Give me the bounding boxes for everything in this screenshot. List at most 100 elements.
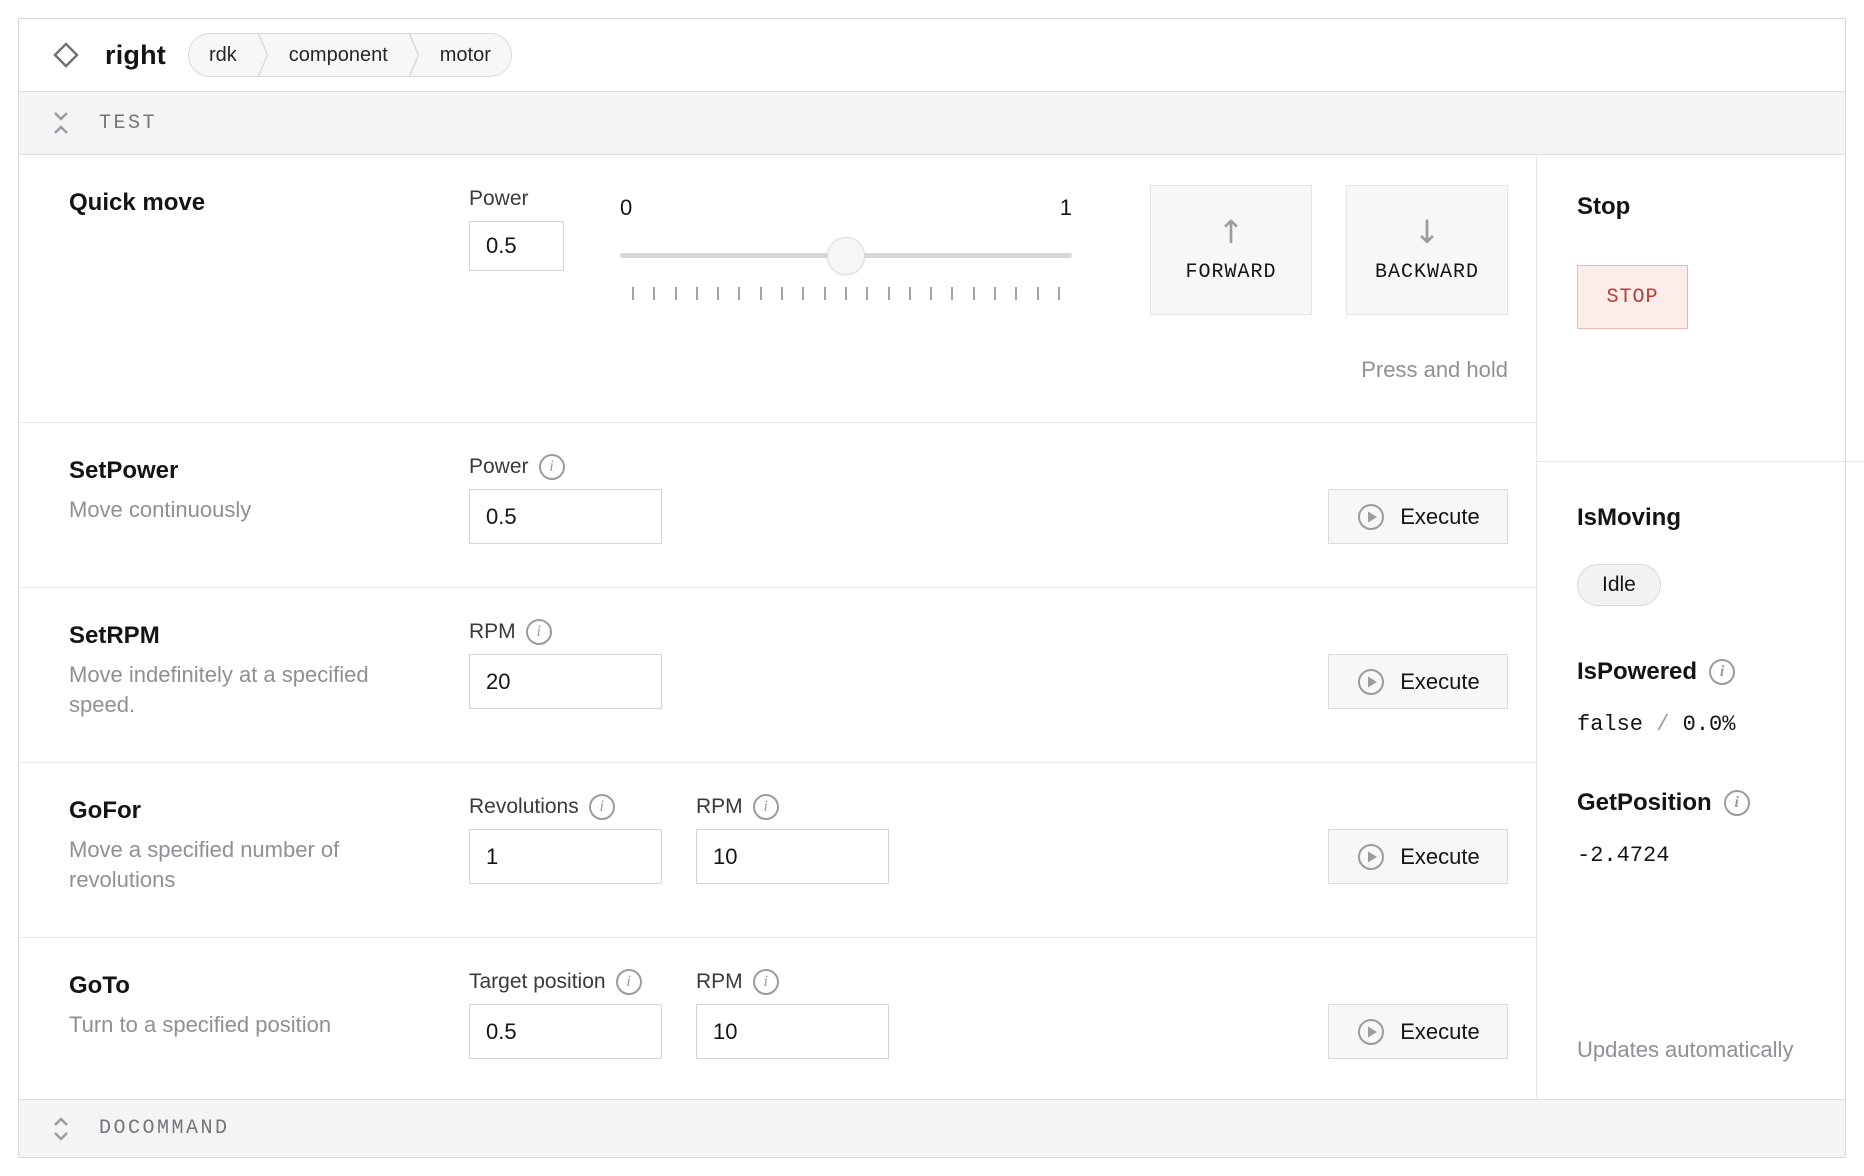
info-icon[interactable]: i xyxy=(539,454,565,480)
slider-tick xyxy=(994,287,996,300)
slider-tick xyxy=(951,287,953,300)
slider-tick xyxy=(866,287,868,300)
component-name: right xyxy=(105,40,166,71)
setpower-execute-button[interactable]: Execute xyxy=(1328,489,1508,544)
setpower-power-input[interactable] xyxy=(469,489,662,544)
slider-tick xyxy=(1037,287,1039,300)
status-sidebar: Stop STOP IsMoving Idle IsPowered i fals… xyxy=(1537,155,1864,1099)
power-label: Power xyxy=(469,185,564,213)
setrpm-execute-button[interactable]: Execute xyxy=(1328,654,1508,709)
slider-tick xyxy=(675,287,677,300)
ismoving-title: IsMoving xyxy=(1577,504,1864,532)
info-icon[interactable]: i xyxy=(589,794,615,820)
goto-title: GoTo xyxy=(69,972,469,1000)
setrpm-row: SetRPM Move indefinitely at a specified … xyxy=(19,587,1536,762)
slider-tick xyxy=(653,287,655,300)
slider-tick xyxy=(1058,287,1060,300)
slider-tick xyxy=(738,287,740,300)
test-section-header[interactable]: TEST xyxy=(19,91,1845,155)
quick-move-row: Quick move Power 0 1 xyxy=(19,155,1536,422)
ispowered-title: IsPowered xyxy=(1577,658,1697,686)
info-icon[interactable]: i xyxy=(1724,790,1750,816)
breadcrumb-motor: motor xyxy=(420,44,511,67)
slider-tick xyxy=(696,287,698,300)
goto-rpm-label: RPM xyxy=(696,970,743,994)
setrpm-description: Move indefinitely at a specified speed. xyxy=(69,660,399,720)
slider-tick xyxy=(824,287,826,300)
quick-move-power-input[interactable] xyxy=(469,221,564,271)
goto-description: Turn to a specified position xyxy=(69,1010,399,1040)
breadcrumb-component: component xyxy=(269,44,408,67)
breadcrumb-rdk: rdk xyxy=(189,44,257,67)
slider-min-label: 0 xyxy=(620,195,632,221)
getposition-title: GetPosition xyxy=(1577,789,1712,817)
component-diamond-icon xyxy=(49,38,83,72)
slider-ticks xyxy=(620,281,1072,300)
info-icon[interactable]: i xyxy=(526,619,552,645)
collapse-icon xyxy=(49,109,73,137)
press-and-hold-hint: Press and hold xyxy=(1150,357,1508,383)
play-icon xyxy=(1356,667,1386,697)
test-panel: Quick move Power 0 1 xyxy=(19,155,1537,1099)
backward-button-label: BACKWARD xyxy=(1375,261,1479,284)
gofor-revolutions-label: Revolutions xyxy=(469,795,579,819)
backward-button[interactable]: ↓ BACKWARD xyxy=(1346,185,1508,315)
info-icon[interactable]: i xyxy=(616,969,642,995)
updates-note: Updates automatically xyxy=(1577,1037,1864,1063)
gofor-execute-button[interactable]: Execute xyxy=(1328,829,1508,884)
play-icon xyxy=(1356,1017,1386,1047)
setpower-description: Move continuously xyxy=(69,495,399,525)
info-icon[interactable]: i xyxy=(1709,659,1735,685)
slider-tick xyxy=(802,287,804,300)
slider-max-label: 1 xyxy=(1060,195,1072,221)
setrpm-execute-label: Execute xyxy=(1400,669,1480,695)
forward-button-label: FORWARD xyxy=(1185,261,1276,284)
chevron-separator-icon xyxy=(257,33,269,77)
goto-target-position-input[interactable] xyxy=(469,1004,662,1059)
arrow-up-icon: ↑ xyxy=(1218,217,1245,247)
setpower-row: SetPower Move continuously Power i xyxy=(19,422,1536,587)
goto-execute-button[interactable]: Execute xyxy=(1328,1004,1508,1059)
info-icon[interactable]: i xyxy=(753,969,779,995)
slider-tick xyxy=(1015,287,1017,300)
quick-move-title: Quick move xyxy=(69,189,469,217)
test-section-label: TEST xyxy=(99,112,157,135)
gofor-row: GoFor Move a specified number of revolut… xyxy=(19,762,1536,937)
slider-track[interactable] xyxy=(620,221,1072,281)
goto-rpm-input[interactable] xyxy=(696,1004,889,1059)
setpower-execute-label: Execute xyxy=(1400,504,1480,530)
stop-button[interactable]: STOP xyxy=(1577,265,1688,329)
slider-tick xyxy=(909,287,911,300)
chevron-separator-icon xyxy=(408,33,420,77)
expand-icon xyxy=(49,1115,73,1143)
forward-button[interactable]: ↑ FORWARD xyxy=(1150,185,1312,315)
setrpm-rpm-label: RPM xyxy=(469,620,516,644)
stop-title: Stop xyxy=(1577,193,1864,221)
play-icon xyxy=(1356,842,1386,872)
card-header: right rdk component motor xyxy=(19,19,1845,91)
info-icon[interactable]: i xyxy=(753,794,779,820)
setpower-power-label: Power xyxy=(469,455,529,479)
docommand-section-label: DOCOMMAND xyxy=(99,1117,230,1140)
ismoving-status-badge: Idle xyxy=(1577,564,1661,606)
stop-section: Stop STOP xyxy=(1537,155,1864,462)
goto-target-position-label: Target position xyxy=(469,970,606,994)
gofor-description: Move a specified number of revolutions xyxy=(69,835,399,895)
slider-tick xyxy=(632,287,634,300)
docommand-section-header[interactable]: DOCOMMAND xyxy=(19,1099,1845,1157)
slider-tick xyxy=(845,287,847,300)
arrow-down-icon: ↓ xyxy=(1414,217,1441,247)
gofor-rpm-input[interactable] xyxy=(696,829,889,884)
breadcrumb: rdk component motor xyxy=(188,33,512,77)
ispowered-value: false / 0.0% xyxy=(1577,712,1864,737)
slider-handle[interactable] xyxy=(827,237,865,275)
slider-tick xyxy=(781,287,783,300)
gofor-execute-label: Execute xyxy=(1400,844,1480,870)
play-icon xyxy=(1356,502,1386,532)
setrpm-title: SetRPM xyxy=(69,622,469,650)
gofor-revolutions-input[interactable] xyxy=(469,829,662,884)
setrpm-rpm-input[interactable] xyxy=(469,654,662,709)
motor-card: right rdk component motor TEST Quick mov… xyxy=(18,18,1846,1158)
gofor-title: GoFor xyxy=(69,797,469,825)
status-section: IsMoving Idle IsPowered i false / 0.0% G… xyxy=(1537,462,1864,1099)
